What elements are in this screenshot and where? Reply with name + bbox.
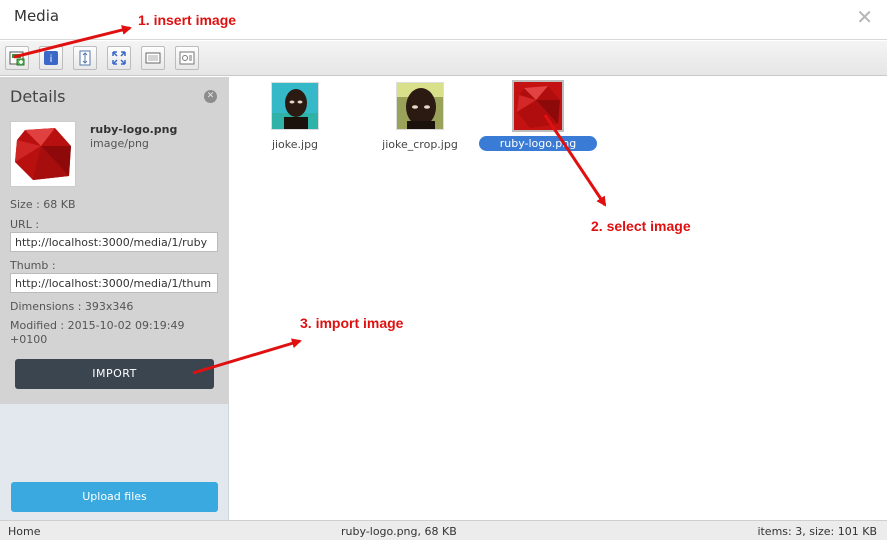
insert-image-button[interactable]: [5, 46, 29, 70]
settings-button[interactable]: [175, 46, 199, 70]
info-icon: i: [44, 51, 58, 65]
file-thumbnail: [396, 82, 444, 130]
sidebar: Details ✕ ruby-logo.png image/png Size :…: [0, 77, 229, 520]
fullscreen-icon: [112, 51, 126, 65]
details-panel: Details ✕ ruby-logo.png image/png Size :…: [0, 77, 229, 404]
annotation-step2: 2. select image: [591, 218, 691, 234]
url-label: URL :: [10, 218, 40, 231]
media-dialog: Media ✕ i Details ✕ ruby-logo.png image/…: [0, 0, 887, 540]
file-item-selected[interactable]: ruby-logo.png: [473, 80, 603, 151]
file-name: jioke_crop.jpg: [382, 138, 458, 151]
file-type: image/png: [90, 137, 149, 150]
modified-timezone: +0100: [10, 333, 48, 346]
ruby-logo-image: [514, 82, 562, 130]
insert-icon: [9, 51, 25, 66]
photo-image: [397, 83, 443, 129]
svg-text:i: i: [50, 54, 53, 65]
file-thumbnail: [512, 80, 564, 132]
url-field[interactable]: [10, 232, 218, 252]
thumb-label: Thumb :: [10, 259, 56, 272]
status-path: Home: [8, 525, 41, 538]
refresh-icon: [79, 50, 91, 66]
thumb-field[interactable]: [10, 273, 218, 293]
file-name: ruby-logo.png: [90, 123, 178, 136]
status-bar: Home ruby-logo.png, 68 KB items: 3, size…: [0, 520, 887, 540]
info-button[interactable]: i: [39, 46, 63, 70]
toolbar: i: [0, 41, 887, 76]
file-thumbnail: [10, 121, 76, 187]
view-button[interactable]: [141, 46, 165, 70]
close-icon[interactable]: ✕: [856, 5, 873, 29]
annotation-step1: 1. insert image: [138, 12, 237, 28]
import-button[interactable]: IMPORT: [15, 359, 214, 389]
settings-icon: [179, 51, 195, 65]
file-name: jioke.jpg: [271, 138, 319, 151]
ruby-logo-image: [15, 128, 71, 180]
window-title: Media: [14, 7, 60, 25]
photo-image: [272, 83, 318, 129]
title-bar: Media ✕: [0, 0, 887, 40]
file-item[interactable]: jioke_crop.jpg: [355, 82, 485, 152]
refresh-button[interactable]: [73, 46, 97, 70]
modified-label: Modified : 2015-10-02 09:19:49: [10, 319, 185, 332]
file-thumbnail: [271, 82, 319, 130]
upload-files-button[interactable]: Upload files: [11, 482, 218, 512]
file-item[interactable]: jioke.jpg: [230, 82, 360, 152]
close-details-icon[interactable]: ✕: [204, 90, 217, 103]
file-browser: jioke.jpg jioke_crop.jpg ruby-logo.png: [230, 77, 887, 520]
status-selection: ruby-logo.png, 68 KB: [341, 525, 457, 538]
fullscreen-button[interactable]: [107, 46, 131, 70]
file-name: ruby-logo.png: [479, 136, 597, 151]
dimensions-label: Dimensions : 393x346: [10, 300, 134, 313]
size-label: Size : 68 KB: [10, 198, 76, 211]
view-icon: [145, 52, 161, 64]
status-summary: items: 3, size: 101 KB: [757, 525, 877, 538]
annotation-step3: 3. import image: [300, 315, 404, 331]
details-heading: Details: [10, 87, 66, 106]
